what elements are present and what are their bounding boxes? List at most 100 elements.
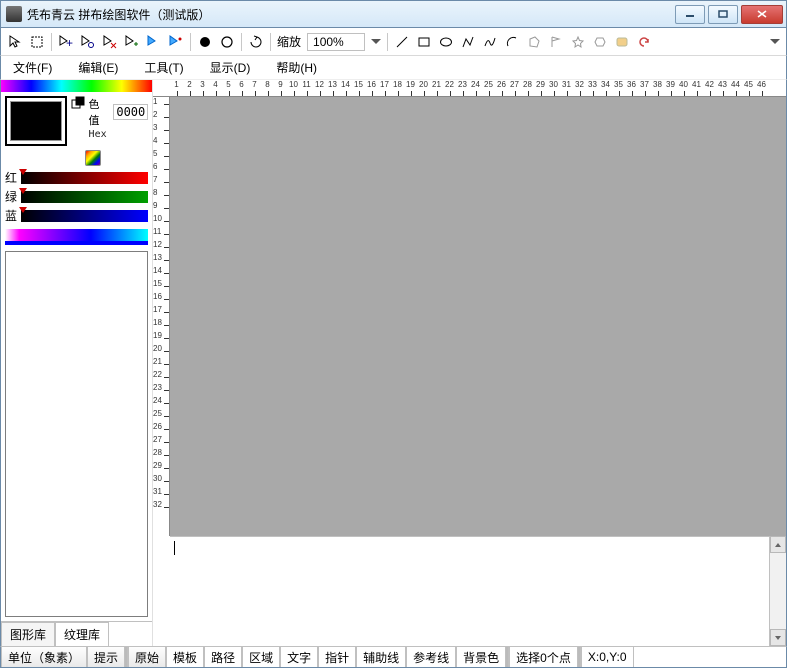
arc-tool-icon[interactable] — [504, 34, 520, 50]
status-template[interactable]: 模板 — [166, 647, 204, 667]
ruler-tick: 22 — [153, 370, 169, 383]
status-region[interactable]: 区域 — [242, 647, 280, 667]
roundrect-tool-icon[interactable] — [614, 34, 630, 50]
status-coord: X:0,Y:0 — [581, 647, 634, 667]
undo-icon[interactable] — [636, 34, 652, 50]
selection-tool-icon[interactable] — [29, 34, 45, 50]
red-slider[interactable] — [21, 172, 148, 184]
status-original[interactable]: 原始 — [128, 647, 166, 667]
move-node-tool-icon[interactable] — [124, 34, 140, 50]
ruler-tick: 34 — [599, 80, 612, 96]
menu-help[interactable]: 帮助(H) — [272, 57, 321, 78]
ruler-tick: 21 — [430, 80, 443, 96]
ruler-tick: 2 — [183, 80, 196, 96]
ruler-tick: 24 — [153, 396, 169, 409]
window-title: 凭布青云 拼布绘图软件（测试版） — [27, 6, 675, 23]
status-refline[interactable]: 参考线 — [406, 647, 456, 667]
hexagon-tool-icon[interactable] — [592, 34, 608, 50]
ruler-tick: 14 — [339, 80, 352, 96]
ruler-tick: 9 — [274, 80, 287, 96]
fill-circle-tool-icon[interactable] — [197, 34, 213, 50]
ruler-tick: 41 — [690, 80, 703, 96]
rotate-tool-icon[interactable] — [248, 34, 264, 50]
drawing-canvas[interactable] — [170, 97, 786, 536]
library-list[interactable] — [5, 251, 148, 617]
side-panel: 色值 0000 Hex 红 绿 蓝 图形库 纹理库 — [1, 80, 153, 646]
polygon-tool-icon[interactable] — [526, 34, 542, 50]
tab-textures[interactable]: 纹理库 — [55, 622, 109, 646]
menu-file[interactable]: 文件(F) — [9, 57, 56, 78]
ruler-tick: 40 — [677, 80, 690, 96]
ruler-tick: 44 — [729, 80, 742, 96]
node-tool-a-icon[interactable] — [146, 34, 162, 50]
ruler-tick: 22 — [443, 80, 456, 96]
ruler-tick: 2 — [153, 110, 169, 123]
star-tool-icon[interactable] — [570, 34, 586, 50]
ruler-tick: 7 — [153, 175, 169, 188]
edit-node-tool-icon[interactable] — [80, 34, 96, 50]
ruler-tick: 16 — [365, 80, 378, 96]
side-tabs: 图形库 纹理库 — [1, 621, 152, 646]
minimize-button[interactable] — [675, 5, 705, 24]
stroke-circle-tool-icon[interactable] — [219, 34, 235, 50]
hex-value-field[interactable]: 0000 — [113, 104, 148, 120]
status-unit[interactable]: 单位（象素） — [1, 647, 87, 667]
curve-tool-icon[interactable] — [482, 34, 498, 50]
blue-slider[interactable] — [21, 210, 148, 222]
titlebar: 凭布青云 拼布绘图软件（测试版） — [0, 0, 787, 28]
ruler-tick: 8 — [261, 80, 274, 96]
hex-sublabel: Hex — [89, 129, 148, 140]
menu-tool[interactable]: 工具(T) — [140, 57, 187, 78]
pointer-tool-icon[interactable] — [7, 34, 23, 50]
ruler-horizontal[interactable]: 1234567891011121314151617181920212223242… — [153, 80, 786, 97]
flag-tool-icon[interactable] — [548, 34, 564, 50]
palette-icon[interactable] — [85, 150, 101, 166]
add-node-tool-icon[interactable]: + — [58, 34, 74, 50]
scroll-up-button[interactable] — [770, 536, 786, 553]
g-label: 绿 — [5, 188, 19, 205]
spectrum-strip-top[interactable] — [1, 80, 152, 92]
ruler-tick: 28 — [521, 80, 534, 96]
svg-text:+: + — [66, 36, 73, 49]
maximize-button[interactable] — [708, 5, 738, 24]
status-hint[interactable]: 提示 — [87, 647, 125, 667]
zoom-value-dropdown[interactable]: 100% — [307, 33, 365, 51]
ruler-tick: 17 — [378, 80, 391, 96]
green-slider[interactable] — [21, 191, 148, 203]
ruler-tick: 5 — [222, 80, 235, 96]
ellipse-tool-icon[interactable] — [438, 34, 454, 50]
swap-colors-icon[interactable] — [71, 96, 85, 110]
ruler-tick: 39 — [664, 80, 677, 96]
delete-node-tool-icon[interactable] — [102, 34, 118, 50]
node-tool-b-icon[interactable] — [168, 34, 184, 50]
line-tool-icon[interactable] — [394, 34, 410, 50]
status-text[interactable]: 文字 — [280, 647, 318, 667]
menu-view[interactable]: 显示(D) — [206, 57, 255, 78]
menubar: 文件(F) 编辑(E) 工具(T) 显示(D) 帮助(H) — [0, 56, 787, 80]
status-pointer[interactable]: 指针 — [318, 647, 356, 667]
tab-shapes[interactable]: 图形库 — [1, 622, 55, 646]
ruler-tick: 32 — [573, 80, 586, 96]
color-swatch-inner — [10, 101, 62, 141]
canvas-area: 1234567891011121314151617181920212223242… — [153, 80, 786, 646]
ruler-tick: 29 — [153, 461, 169, 474]
app-icon — [6, 6, 22, 22]
spectrum-strip-mid[interactable] — [5, 229, 148, 245]
log-area[interactable] — [170, 536, 786, 646]
rect-tool-icon[interactable] — [416, 34, 432, 50]
menu-edit[interactable]: 编辑(E) — [74, 57, 122, 78]
polyline-tool-icon[interactable] — [460, 34, 476, 50]
zoom-dropdown-icon[interactable] — [371, 39, 381, 44]
scroll-down-button[interactable] — [770, 629, 786, 646]
ruler-tick: 31 — [560, 80, 573, 96]
ruler-tick: 10 — [287, 80, 300, 96]
status-guides[interactable]: 辅助线 — [356, 647, 406, 667]
close-button[interactable] — [741, 5, 783, 24]
ruler-tick: 33 — [586, 80, 599, 96]
color-swatch-primary[interactable] — [5, 96, 67, 146]
ruler-tick: 19 — [404, 80, 417, 96]
status-path[interactable]: 路径 — [204, 647, 242, 667]
status-bgcolor[interactable]: 背景色 — [456, 647, 506, 667]
ruler-vertical[interactable]: 1234567891011121314151617181920212223242… — [153, 97, 170, 536]
toolbar-overflow-icon[interactable] — [770, 39, 780, 44]
